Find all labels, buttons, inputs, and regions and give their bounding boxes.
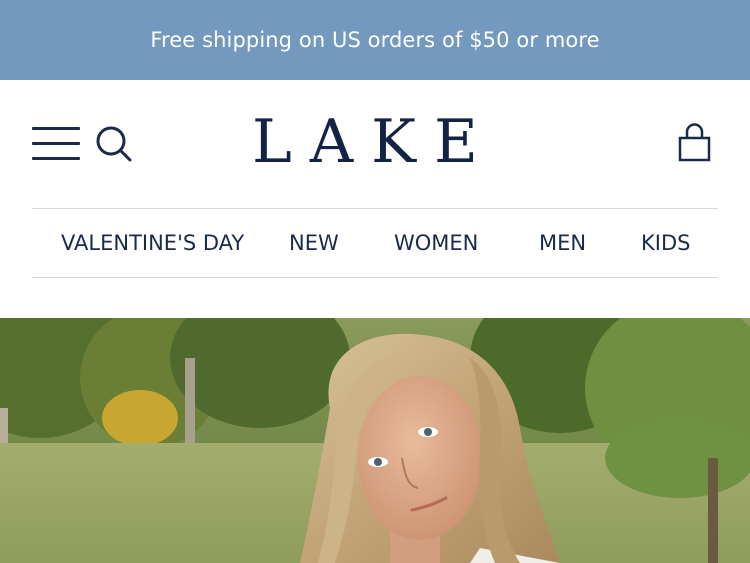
- shopping-bag-icon[interactable]: [674, 122, 716, 164]
- nav-item-new[interactable]: NEW: [289, 209, 339, 277]
- nav-item-women[interactable]: WOMEN: [394, 209, 478, 277]
- search-icon[interactable]: [94, 124, 134, 164]
- brand-logo[interactable]: LAKE: [248, 110, 504, 174]
- brand-logo-text: LAKE: [252, 107, 496, 177]
- promo-bar: Free shipping on US orders of $50 or mor…: [0, 0, 750, 80]
- site-header: LAKE: [0, 80, 750, 208]
- hero-image[interactable]: [0, 318, 750, 563]
- nav-item-kids[interactable]: KIDS: [641, 209, 690, 277]
- promo-text: Free shipping on US orders of $50 or mor…: [150, 28, 600, 52]
- main-navigation: VALENTINE'S DAY NEW WOMEN MEN KIDS: [32, 208, 718, 278]
- hamburger-menu-icon[interactable]: [32, 127, 80, 161]
- nav-item-valentines-day[interactable]: VALENTINE'S DAY: [61, 209, 244, 277]
- nav-item-men[interactable]: MEN: [539, 209, 586, 277]
